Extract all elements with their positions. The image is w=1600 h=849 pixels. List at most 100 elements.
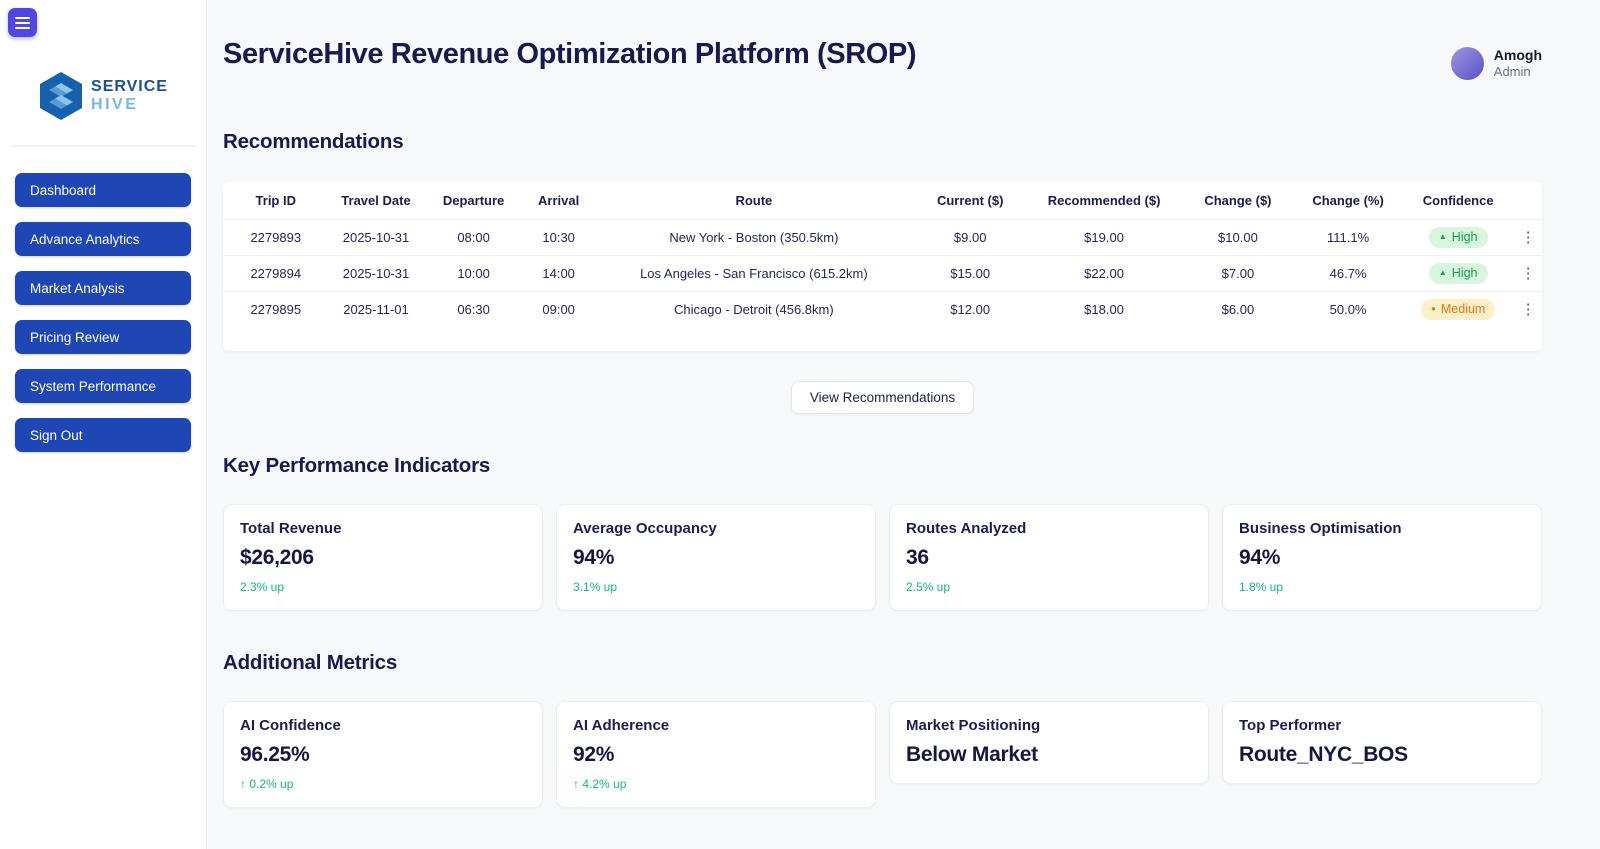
confidence-label: High [1451, 230, 1478, 244]
kpi-value: 94% [1239, 546, 1281, 569]
additional-card-grid: AI Confidence 96.25% ↑ 0.2% up AI Adhere… [223, 701, 1542, 808]
additional-metrics-heading: Additional Metrics [223, 651, 398, 674]
kpi-card-routes-analyzed: Routes Analyzed 36 2.5% up [889, 504, 1209, 611]
sidebar-item-dashboard[interactable]: Dashboard [15, 173, 191, 207]
metric-label: AI Confidence [240, 717, 341, 734]
col-confidence: Confidence [1422, 193, 1494, 208]
page-title: ServiceHive Revenue Optimization Platfor… [223, 38, 917, 70]
cell-route: Chicago - Detroit (456.8km) [593, 291, 915, 327]
logo-line1: SERVICE [91, 78, 168, 96]
confidence-badge-medium: ● Medium [1421, 299, 1496, 320]
recommendations-heading: Recommendations [223, 130, 404, 153]
cell-trip-id: 2279894 [223, 255, 329, 292]
col-recommended: Recommended ($) [1047, 193, 1161, 208]
kpi-card-total-revenue: Total Revenue $26,206 2.3% up [223, 504, 543, 611]
metric-value: Below Market [906, 743, 1038, 766]
metric-label: Top Performer [1239, 717, 1342, 734]
hamburger-menu-button[interactable] [8, 8, 37, 37]
kpi-delta: 1.8% up [1239, 580, 1284, 594]
metric-value: Route_NYC_BOS [1239, 743, 1408, 766]
cell-change-pct: 46.7% [1293, 255, 1403, 292]
metric-label: Market Positioning [906, 717, 1041, 734]
triangle-up-icon: ▲ [1438, 268, 1447, 277]
user-name: Amogh [1493, 47, 1542, 63]
cell-confidence: ● Medium [1402, 291, 1515, 327]
cell-recommended: $19.00 [1026, 219, 1182, 256]
cell-departure: 10:00 [423, 255, 524, 292]
cell-actions: ⋮ [1514, 219, 1542, 256]
table-header-row: Trip ID Travel Date Departure Arrival Ro… [223, 182, 1542, 220]
cell-departure: 06:30 [423, 291, 524, 327]
cell-change-usd: $6.00 [1181, 291, 1294, 327]
sidebar-item-pricing-review[interactable]: Pricing Review [15, 320, 191, 354]
cell-change-pct: 111.1% [1293, 219, 1403, 256]
col-departure: Departure [442, 193, 505, 208]
view-recommendations-row: View Recommendations [223, 381, 1542, 414]
cell-current: $12.00 [914, 291, 1027, 327]
kpi-heading: Key Performance Indicators [223, 454, 491, 477]
sidebar-item-sign-out[interactable]: Sign Out [15, 418, 191, 452]
cell-current: $15.00 [914, 255, 1027, 292]
col-current: Current ($) [936, 193, 1004, 208]
col-travel-date: Travel Date [341, 193, 411, 208]
triangle-up-icon: ▲ [1438, 232, 1447, 241]
kpi-value: 36 [906, 546, 929, 569]
cell-current: $9.00 [914, 219, 1027, 256]
metric-delta: ↑ 0.2% up [240, 777, 294, 791]
kpi-value: 94% [573, 546, 615, 569]
table-row: 2279895 2025-11-01 06:30 09:00 Chicago -… [223, 291, 1542, 327]
user-meta: Amogh Admin [1494, 46, 1542, 81]
row-kebab-menu-icon[interactable]: ⋮ [1521, 266, 1536, 281]
view-recommendations-button[interactable]: View Recommendations [790, 381, 975, 414]
col-actions [1514, 182, 1542, 220]
cell-recommended: $18.00 [1026, 291, 1182, 327]
user-role: Admin [1493, 64, 1531, 80]
cell-recommended: $22.00 [1026, 255, 1182, 292]
kpi-card-business-optimisation: Business Optimisation 94% 1.8% up [1222, 504, 1542, 611]
col-change-pct: Change (%) [1312, 193, 1384, 208]
page-header: ServiceHive Revenue Optimization Platfor… [223, 38, 1542, 96]
row-kebab-menu-icon[interactable]: ⋮ [1521, 302, 1536, 317]
metric-card-ai-confidence: AI Confidence 96.25% ↑ 0.2% up [223, 701, 543, 808]
sidebar-nav: Dashboard Advance Analytics Market Analy… [0, 173, 206, 452]
cell-actions: ⋮ [1514, 255, 1542, 292]
table-row: 2279893 2025-10-31 08:00 10:30 New York … [223, 219, 1542, 256]
main-content: ServiceHive Revenue Optimization Platfor… [207, 0, 1600, 849]
metric-value: 92% [573, 743, 615, 766]
cell-change-pct: 50.0% [1293, 291, 1403, 327]
avatar[interactable] [1450, 47, 1484, 81]
confidence-label: High [1451, 266, 1478, 280]
kpi-label: Average Occupancy [573, 520, 717, 537]
cell-travel-date: 2025-11-01 [328, 291, 424, 327]
col-arrival: Arrival [538, 193, 580, 208]
col-trip-id: Trip ID [255, 193, 296, 208]
servicehive-hexagon-icon [40, 72, 83, 120]
cell-arrival: 10:30 [523, 219, 594, 256]
metric-card-market-positioning: Market Positioning Below Market [889, 701, 1209, 784]
kpi-label: Total Revenue [240, 520, 342, 537]
recommendations-table: Trip ID Travel Date Departure Arrival Ro… [223, 182, 1542, 327]
cell-arrival: 09:00 [523, 291, 594, 327]
kpi-label: Business Optimisation [1239, 520, 1402, 537]
hamburger-icon [15, 16, 30, 19]
kpi-card-average-occupancy: Average Occupancy 94% 3.1% up [556, 504, 876, 611]
sidebar-item-advance-analytics[interactable]: Advance Analytics [15, 222, 191, 256]
cell-travel-date: 2025-10-31 [328, 219, 424, 256]
cell-route: Los Angeles - San Francisco (615.2km) [593, 255, 915, 292]
sidebar-item-system-performance[interactable]: System Performance [15, 369, 191, 403]
confidence-badge-high: ▲ High [1428, 227, 1488, 248]
cell-actions: ⋮ [1514, 291, 1542, 327]
dot-icon: ● [1431, 304, 1436, 313]
cell-change-usd: $10.00 [1181, 219, 1294, 256]
cell-trip-id: 2279895 [223, 291, 329, 327]
row-kebab-menu-icon[interactable]: ⋮ [1521, 230, 1536, 245]
sidebar: SERVICE HIVE Dashboard Advance Analytics… [0, 0, 207, 849]
table-row: 2279894 2025-10-31 10:00 14:00 Los Angel… [223, 255, 1542, 292]
cell-travel-date: 2025-10-31 [328, 255, 424, 292]
logo-wordmark: SERVICE HIVE [91, 78, 168, 113]
user-chip[interactable]: Amogh Admin [1450, 46, 1542, 81]
sidebar-item-market-analysis[interactable]: Market Analysis [15, 271, 191, 305]
cell-arrival: 14:00 [523, 255, 594, 292]
kpi-value: $26,206 [240, 546, 314, 569]
kpi-delta: 2.3% up [240, 580, 285, 594]
